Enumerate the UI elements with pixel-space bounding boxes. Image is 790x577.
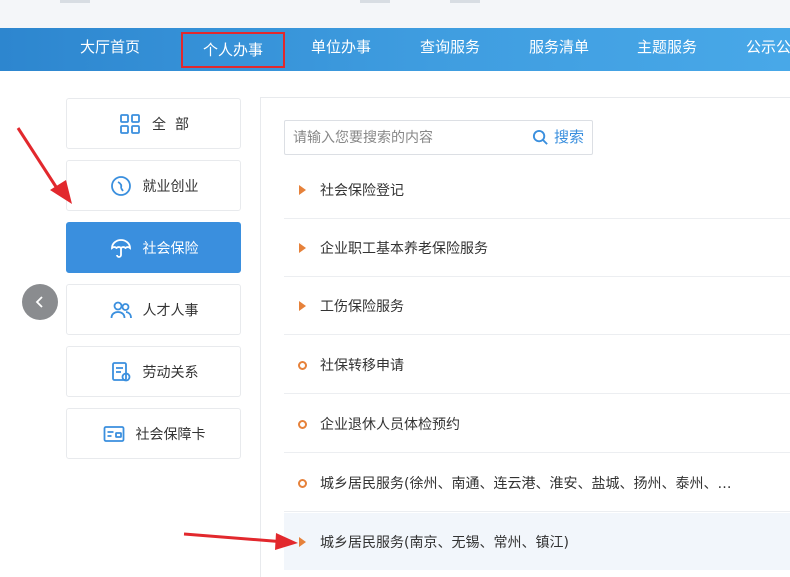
nav-item-query[interactable]: 查询服务 xyxy=(420,28,480,71)
sidebar-item-all[interactable]: 全 部 xyxy=(66,98,241,149)
circle-bullet-icon xyxy=(284,360,320,370)
nav-item-service-list[interactable]: 服务清单 xyxy=(529,28,589,71)
list-item[interactable]: 社会保险登记 xyxy=(284,162,790,219)
umbrella-icon xyxy=(109,236,133,260)
sidebar-item-employment[interactable]: 就业创业 xyxy=(66,160,241,211)
briefcase-icon xyxy=(109,174,133,198)
list-item[interactable]: 城乡居民服务(徐州、南通、连云港、淮安、盐城、扬州、泰州、… xyxy=(284,455,790,512)
circle-bullet-icon xyxy=(284,419,320,429)
search-box: 搜索 xyxy=(284,120,593,155)
triangle-bullet-icon xyxy=(284,185,320,195)
triangle-bullet-icon xyxy=(284,301,320,311)
list-item-label: 企业职工基本养老保险服务 xyxy=(320,241,488,257)
grid-icon xyxy=(118,112,142,136)
card-icon xyxy=(102,422,126,446)
sidebar-item-talent[interactable]: 人才人事 xyxy=(66,284,241,335)
strip-mark xyxy=(60,0,90,3)
strip-mark xyxy=(450,0,480,3)
sidebar-item-label: 全 部 xyxy=(152,116,189,133)
list-item[interactable]: 城乡居民服务(南京、无锡、常州、镇江) xyxy=(284,513,790,570)
sidebar-item-label: 就业创业 xyxy=(142,178,199,195)
sidebar-item-label: 社会保障卡 xyxy=(135,426,206,443)
list-item[interactable]: 企业职工基本养老保险服务 xyxy=(284,220,790,277)
contract-icon xyxy=(109,360,133,384)
nav-item-unit[interactable]: 单位办事 xyxy=(311,28,371,71)
list-item-label: 城乡居民服务(徐州、南通、连云港、淮安、盐城、扬州、泰州、… xyxy=(320,476,732,492)
nav-item-personal[interactable]: 个人办事 xyxy=(181,32,286,68)
sidebar-item-label: 劳动关系 xyxy=(142,364,199,381)
list-item-label: 社会保险登记 xyxy=(320,183,404,199)
prev-button[interactable] xyxy=(22,284,58,320)
main-nav: 大厅首页 个人办事 单位办事 查询服务 服务清单 主题服务 公示公 xyxy=(0,28,790,71)
triangle-bullet-icon xyxy=(284,536,320,547)
arrow-icon xyxy=(16,127,72,204)
nav-item-theme[interactable]: 主题服务 xyxy=(637,28,697,71)
search-icon xyxy=(532,129,548,145)
sidebar-item-label: 人才人事 xyxy=(142,302,199,319)
search-button[interactable]: 搜索 xyxy=(532,121,584,154)
sidebar-item-label: 社会保险 xyxy=(142,240,199,257)
list-item-label: 社保转移申请 xyxy=(320,358,404,374)
nav-item-home[interactable]: 大厅首页 xyxy=(80,28,140,71)
list-item[interactable]: 企业退休人员体检预约 xyxy=(284,396,790,453)
search-input[interactable] xyxy=(285,121,523,154)
list-item-label: 城乡居民服务(南京、无锡、常州、镇江) xyxy=(320,534,569,551)
list-item-label: 工伤保险服务 xyxy=(320,299,404,315)
list-item[interactable]: 社保转移申请 xyxy=(284,337,790,394)
triangle-bullet-icon xyxy=(284,243,320,253)
sidebar-item-labor[interactable]: 劳动关系 xyxy=(66,346,241,397)
top-strip xyxy=(0,0,790,29)
nav-item-public[interactable]: 公示公 xyxy=(746,28,790,71)
strip-mark xyxy=(360,0,390,3)
list-item[interactable]: 工伤保险服务 xyxy=(284,278,790,335)
people-icon xyxy=(109,298,133,322)
sidebar-item-social-insurance[interactable]: 社会保险 xyxy=(66,222,241,273)
search-button-label: 搜索 xyxy=(553,128,584,146)
circle-bullet-icon xyxy=(284,478,320,488)
sidebar-item-ss-card[interactable]: 社会保障卡 xyxy=(66,408,241,459)
list-item-label: 企业退休人员体检预约 xyxy=(320,417,460,433)
chevron-left-icon xyxy=(35,296,43,308)
